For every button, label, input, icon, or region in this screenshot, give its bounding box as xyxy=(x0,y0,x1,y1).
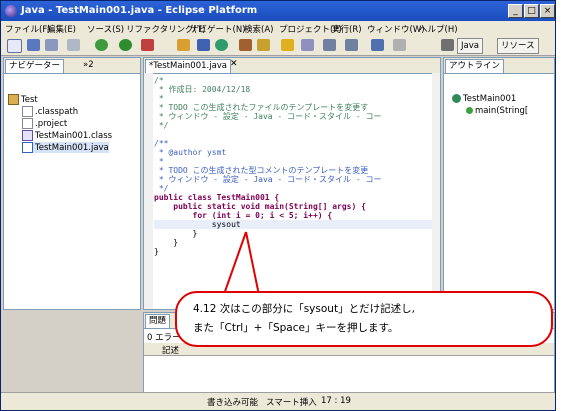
instruction-callout: 4.12 次はこの部分に「sysout」とだけ記述し, また「Ctrl」+「Sp… xyxy=(175,291,553,347)
callout-line-2: また「Ctrl」+「Space」キーを押します。 xyxy=(193,322,399,334)
callout-pointer-shape xyxy=(220,231,262,301)
callout-pointer xyxy=(220,231,262,301)
callout-line-1: 4.12 次はこの部分に「sysout」とだけ記述し, xyxy=(193,303,415,315)
